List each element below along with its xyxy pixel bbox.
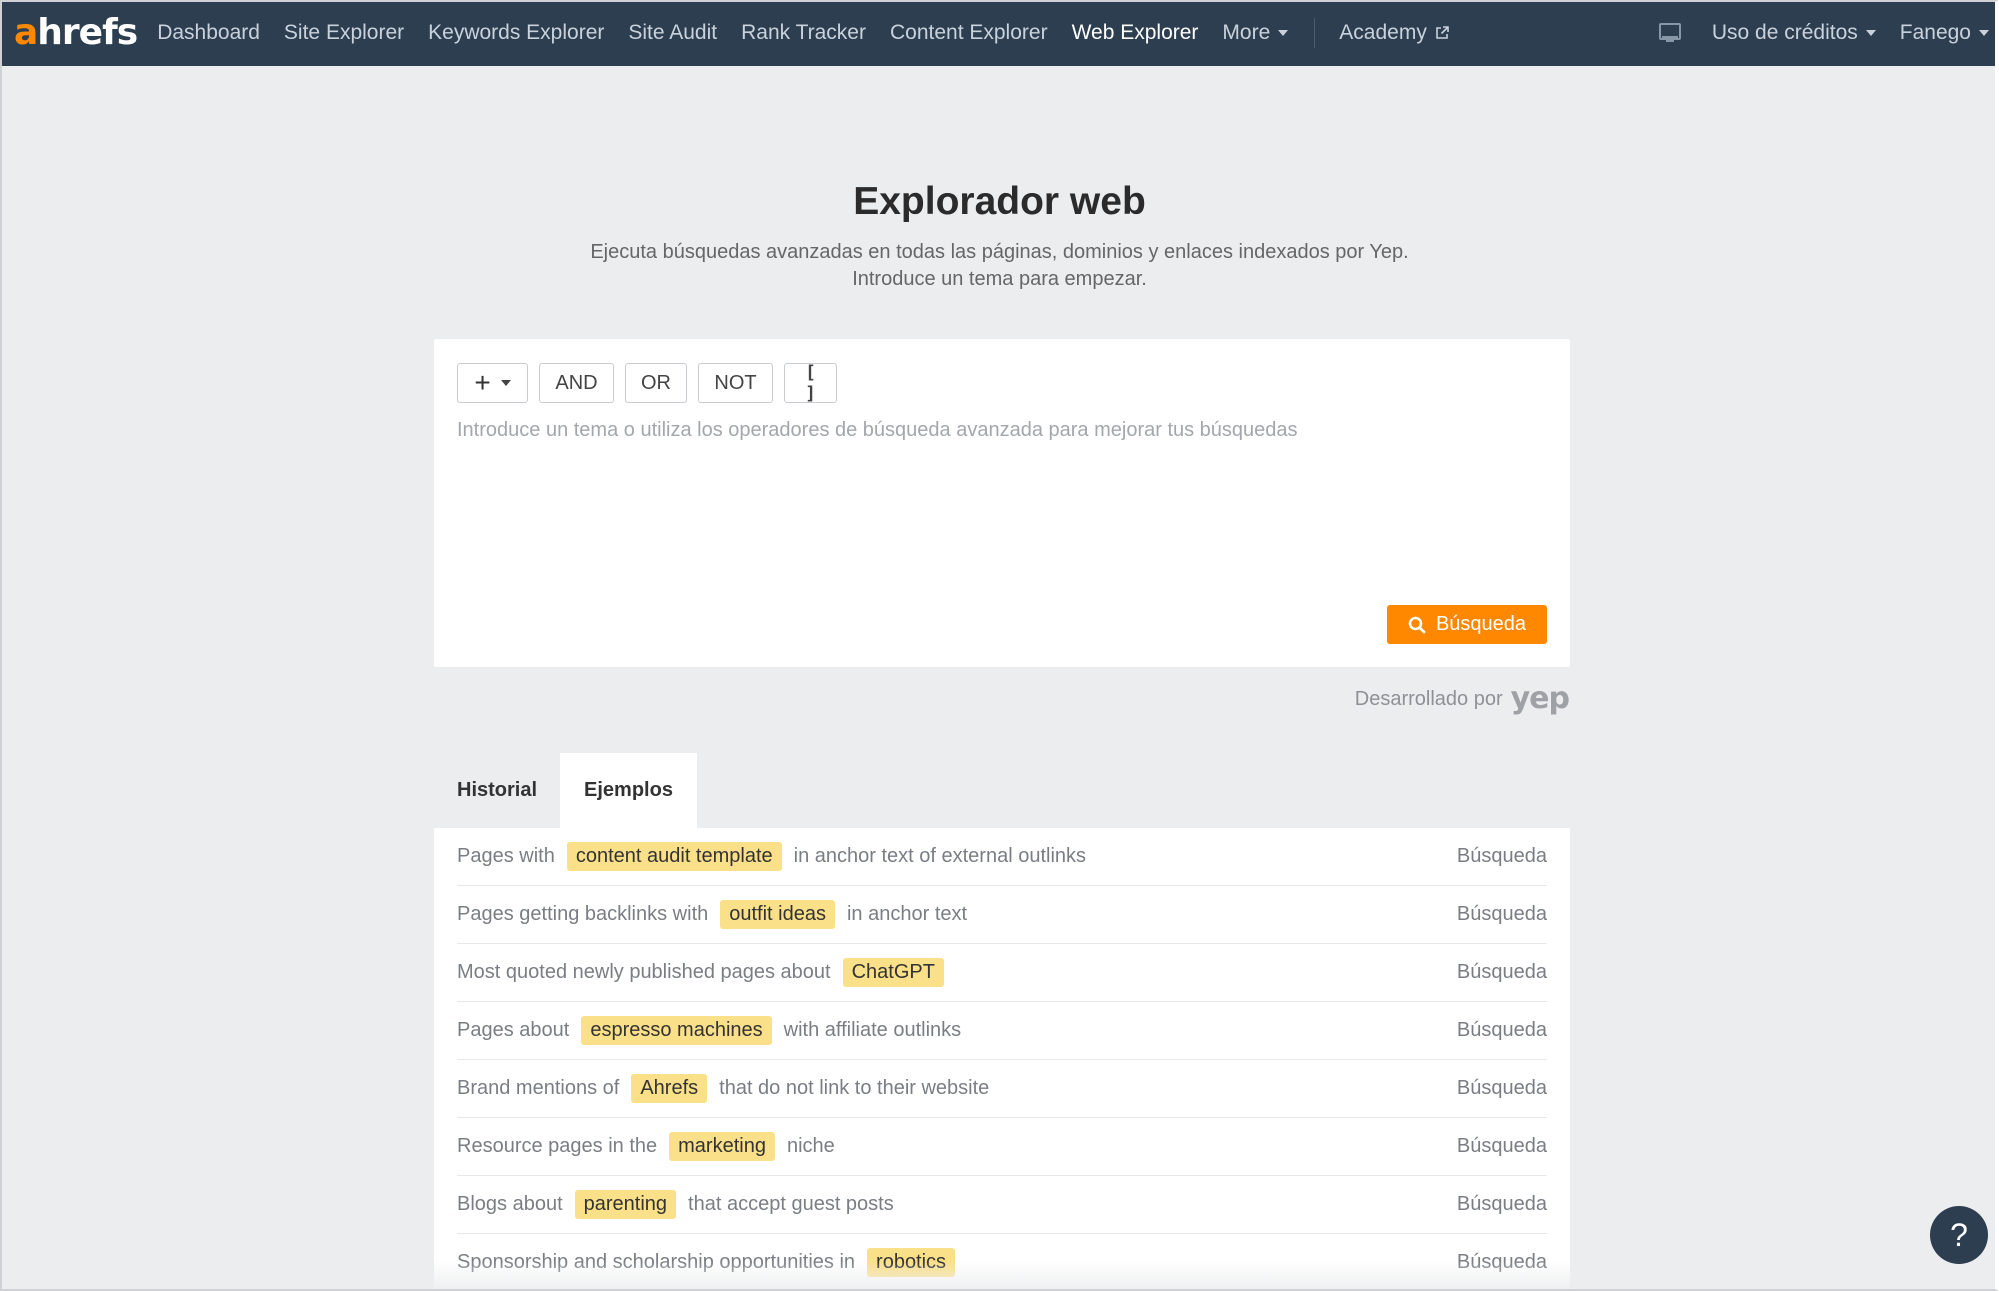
or-operator-button[interactable]: OR: [625, 363, 687, 403]
example-search-link[interactable]: Búsqueda: [1457, 1077, 1547, 1100]
search-query-input[interactable]: [457, 419, 1547, 579]
example-search-link[interactable]: Búsqueda: [1457, 1193, 1547, 1216]
ahrefs-logo[interactable]: a hrefs: [14, 0, 138, 66]
caret-down-icon: [500, 380, 511, 386]
example-text-before: Blogs about: [457, 1193, 563, 1215]
example-text-before: Most quoted newly published pages about: [457, 961, 831, 983]
example-search-link[interactable]: Búsqueda: [1457, 845, 1547, 868]
credits-usage-label: Uso de créditos: [1711, 21, 1858, 44]
credits-usage-menu[interactable]: Uso de créditos: [1712, 21, 1876, 45]
example-keyword-highlight: ChatGPT: [842, 958, 944, 987]
example-text-before: Pages with: [457, 845, 555, 867]
example-text-after: that accept guest posts: [688, 1193, 894, 1215]
list-item[interactable]: Pages with content audit template in anc…: [457, 828, 1547, 886]
example-text-after: with affiliate outlinks: [783, 1019, 962, 1041]
list-item[interactable]: Pages getting backlinks with outfit idea…: [457, 886, 1547, 944]
tab-historial[interactable]: Historial: [434, 753, 560, 828]
search-card: + AND OR NOT [ ] Búsqueda: [434, 339, 1570, 667]
search-icon: [1408, 616, 1426, 633]
page-title: Explorador web: [853, 180, 1146, 223]
caret-down-icon: [1865, 30, 1876, 36]
nav-item-academy[interactable]: Academy: [1339, 21, 1449, 45]
nav-divider: [1314, 18, 1316, 48]
examples-list: Pages with content audit template in anc…: [434, 828, 1570, 1291]
subtitle-line-1: Ejecuta búsquedas avanzadas en todas las…: [590, 241, 1409, 263]
example-text-after: in anchor text: [846, 903, 968, 925]
external-link-icon: [1436, 26, 1449, 39]
list-item[interactable]: Resource pages in the marketing niche Bú…: [457, 1118, 1547, 1176]
page-subtitle: Ejecuta búsquedas avanzadas en todas las…: [0, 239, 1999, 293]
example-keyword-highlight: content audit template: [566, 842, 782, 871]
example-keyword-highlight: marketing: [669, 1132, 775, 1161]
example-keyword-highlight: espresso machines: [581, 1016, 772, 1045]
nav-item-site-audit[interactable]: Site Audit: [628, 21, 717, 45]
brackets-operator-button[interactable]: [ ]: [784, 362, 837, 404]
example-keyword-highlight: parenting: [574, 1190, 677, 1219]
example-text-after: that do not link to their website: [719, 1077, 990, 1099]
nav-more-menu[interactable]: More: [1222, 21, 1289, 45]
and-operator-button[interactable]: AND: [539, 363, 614, 403]
example-search-link[interactable]: Búsqueda: [1457, 961, 1547, 984]
powered-by: Desarrollado por yep: [1354, 684, 1570, 714]
list-item[interactable]: Blogs about parenting that accept guest …: [457, 1176, 1547, 1234]
tab-ejemplos[interactable]: Ejemplos: [560, 753, 697, 828]
list-item[interactable]: Most quoted newly published pages about …: [457, 944, 1547, 1002]
caret-down-icon: [1979, 30, 1989, 36]
help-button[interactable]: ?: [1930, 1206, 1988, 1264]
example-keyword-highlight: robotics: [867, 1248, 956, 1277]
example-text-before: Resource pages in the: [457, 1135, 658, 1157]
add-filter-button[interactable]: +: [457, 363, 528, 403]
nav-right-group: Uso de créditos Fanego: [1658, 21, 1997, 45]
user-name-label: Fanego: [1899, 21, 1971, 44]
example-text-before: Sponsorship and scholarship opportunitie…: [457, 1251, 856, 1273]
nav-item-site-explorer[interactable]: Site Explorer: [284, 21, 404, 45]
list-item[interactable]: Brand mentions of Ahrefs that do not lin…: [457, 1060, 1547, 1118]
example-search-link[interactable]: Búsqueda: [1457, 1135, 1547, 1158]
example-text-after: in anchor text of external outlinks: [793, 845, 1087, 867]
search-button-label: Búsqueda: [1435, 613, 1527, 635]
example-text-after: niche: [786, 1135, 835, 1157]
logo-accent: a: [14, 12, 38, 53]
nav-item-keywords-explorer[interactable]: Keywords Explorer: [428, 21, 604, 45]
nav-item-rank-tracker[interactable]: Rank Tracker: [741, 21, 866, 45]
nav-item-web-explorer[interactable]: Web Explorer: [1072, 21, 1199, 45]
example-keyword-highlight: outfit ideas: [720, 900, 835, 929]
yep-logo[interactable]: yep: [1511, 684, 1570, 714]
caret-down-icon: [1278, 30, 1289, 36]
list-item[interactable]: Pages about espresso machines with affil…: [457, 1002, 1547, 1060]
nav-item-dashboard[interactable]: Dashboard: [157, 21, 260, 45]
subtitle-line-2: Introduce un tema para empezar.: [852, 268, 1147, 290]
example-keyword-highlight: Ahrefs: [631, 1074, 708, 1103]
nav-academy-label: Academy: [1339, 21, 1427, 44]
example-text-before: Pages about: [457, 1019, 570, 1041]
list-item[interactable]: Sponsorship and scholarship opportunitie…: [457, 1234, 1547, 1291]
tab-bar: Historial Ejemplos: [434, 753, 697, 828]
example-search-link[interactable]: Búsqueda: [1457, 903, 1547, 926]
not-operator-button[interactable]: NOT: [698, 363, 773, 403]
example-text-before: Brand mentions of: [457, 1077, 620, 1099]
powered-by-label: Desarrollado por: [1354, 687, 1503, 710]
monitor-icon[interactable]: [1658, 22, 1682, 44]
search-button[interactable]: Búsqueda: [1387, 605, 1547, 644]
example-search-link[interactable]: Búsqueda: [1457, 1019, 1547, 1042]
example-search-link[interactable]: Búsqueda: [1457, 1251, 1547, 1274]
example-text-before: Pages getting backlinks with: [457, 903, 709, 925]
user-account-menu[interactable]: Fanego: [1900, 21, 1989, 45]
plus-icon: +: [474, 367, 491, 398]
logo-text: hrefs: [37, 12, 138, 53]
nav-more-label: More: [1222, 21, 1271, 44]
nav-item-content-explorer[interactable]: Content Explorer: [890, 21, 1048, 45]
top-navigation-bar: a hrefs Dashboard Site Explorer Keywords …: [2, 0, 1997, 66]
operator-toolbar: + AND OR NOT [ ]: [457, 362, 837, 404]
